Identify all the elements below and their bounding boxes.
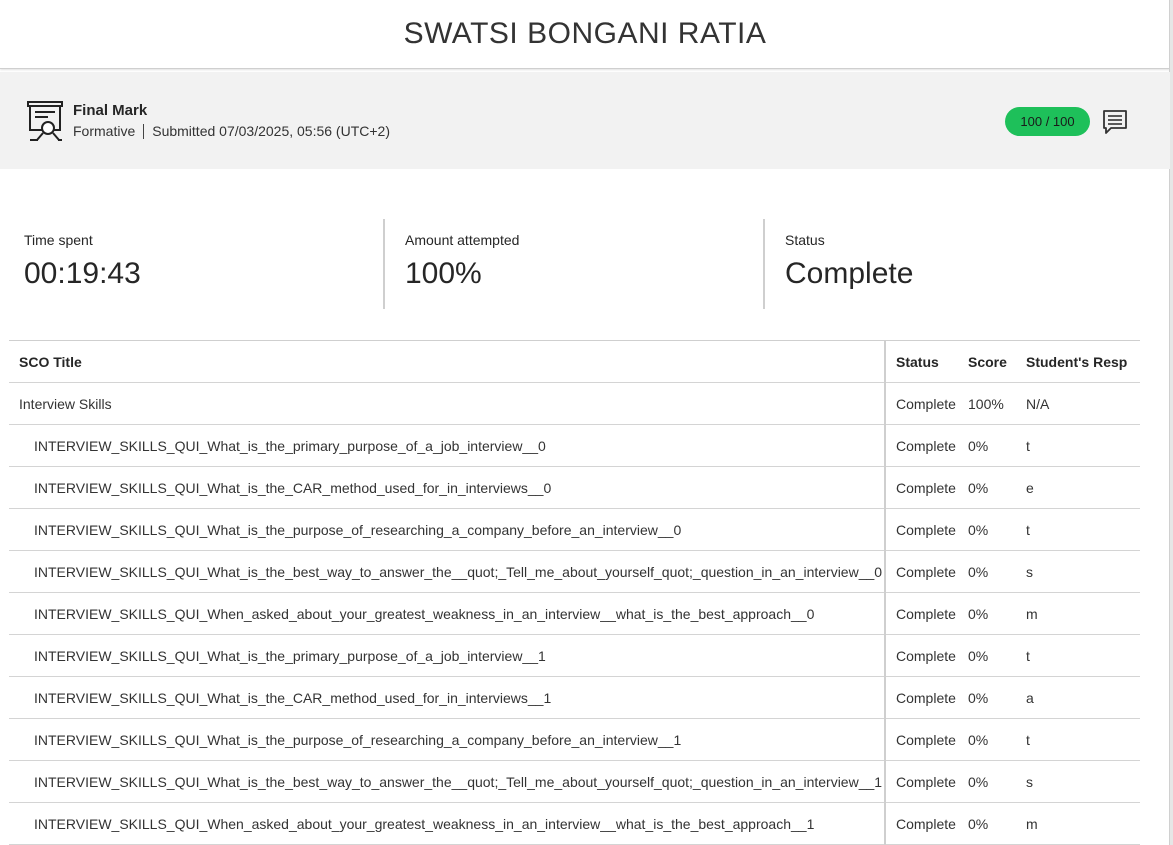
student-response-cell: e xyxy=(1026,466,1140,509)
final-mark-bar: Final Mark Formative Submitted 07/03/202… xyxy=(0,72,1170,169)
table-row: INTERVIEW_SKILLS_QUI_What_is_the_CAR_met… xyxy=(9,466,1140,509)
stat-divider xyxy=(383,219,385,309)
student-response-cell: s xyxy=(1026,550,1140,593)
score-cell: 0% xyxy=(968,466,1026,509)
sco-title-cell: INTERVIEW_SKILLS_QUI_What_is_the_purpose… xyxy=(9,508,886,551)
status-cell: Complete xyxy=(885,550,968,593)
student-response-cell: s xyxy=(1026,760,1140,803)
score-badge: 100 / 100 xyxy=(1005,107,1090,136)
table-row: INTERVIEW_SKILLS_QUI_When_asked_about_yo… xyxy=(9,802,1140,845)
table-row: INTERVIEW_SKILLS_QUI_What_is_the_CAR_met… xyxy=(9,676,1140,719)
sco-title-cell: INTERVIEW_SKILLS_QUI_What_is_the_purpose… xyxy=(9,718,886,761)
score-cell: 100% xyxy=(968,382,1026,425)
table-row: INTERVIEW_SKILLS_QUI_When_asked_about_yo… xyxy=(9,592,1140,635)
status-cell: Complete xyxy=(885,802,968,845)
sco-title-cell: INTERVIEW_SKILLS_QUI_What_is_the_best_wa… xyxy=(9,760,886,803)
page-title: SWATSI BONGANI RATIA xyxy=(403,17,767,50)
certificate-icon xyxy=(27,101,63,141)
sco-title-cell: INTERVIEW_SKILLS_QUI_When_asked_about_yo… xyxy=(9,592,886,635)
sco-title-cell: INTERVIEW_SKILLS_QUI_When_asked_about_yo… xyxy=(9,802,886,845)
sco-table-container[interactable]: SCO Title Status Score Student's Resp In… xyxy=(9,340,1140,845)
status-cell: Complete xyxy=(885,592,968,635)
status-cell: Complete xyxy=(885,760,968,803)
sco-title-cell: INTERVIEW_SKILLS_QUI_What_is_the_primary… xyxy=(9,634,886,677)
attempt-stats: Time spent 00:19:43 Amount attempted 100… xyxy=(0,219,1145,309)
sco-title-cell: INTERVIEW_SKILLS_QUI_What_is_the_best_wa… xyxy=(9,550,886,593)
sco-title-cell: INTERVIEW_SKILLS_QUI_What_is_the_CAR_met… xyxy=(9,466,886,509)
page-header: SWATSI BONGANI RATIA xyxy=(0,0,1170,69)
score-cell: 0% xyxy=(968,550,1026,593)
column-header-status[interactable]: Status xyxy=(885,340,968,383)
amount-attempted-label: Amount attempted xyxy=(405,232,520,248)
status-cell: Complete xyxy=(885,508,968,551)
status-cell: Complete xyxy=(885,424,968,467)
status-cell: Complete xyxy=(885,676,968,719)
score-cell: 0% xyxy=(968,592,1026,635)
amount-attempted-value: 100% xyxy=(405,257,482,290)
status-cell: Complete xyxy=(885,634,968,677)
time-spent-value: 00:19:43 xyxy=(24,257,141,290)
column-header-sco-title[interactable]: SCO Title xyxy=(9,340,886,383)
score-cell: 0% xyxy=(968,760,1026,803)
grade-title: Final Mark xyxy=(73,102,148,119)
student-response-cell: t xyxy=(1026,634,1140,677)
meta-divider xyxy=(143,123,145,139)
score-cell: 0% xyxy=(968,508,1026,551)
table-body: Interview Skills Complete 100% N/A INTERVIEW… xyxy=(9,382,1140,845)
feedback-comment-icon[interactable] xyxy=(1102,109,1128,135)
student-response-cell: t xyxy=(1026,424,1140,467)
score-cell: 0% xyxy=(968,676,1026,719)
table-header-row: SCO Title Status Score Student's Resp xyxy=(9,340,1140,383)
table-row: INTERVIEW_SKILLS_QUI_What_is_the_purpose… xyxy=(9,718,1140,761)
student-response-cell: t xyxy=(1026,508,1140,551)
grade-type: Formative xyxy=(73,123,136,139)
sco-title-cell: INTERVIEW_SKILLS_QUI_What_is_the_primary… xyxy=(9,424,886,467)
table-row: INTERVIEW_SKILLS_QUI_What_is_the_best_wa… xyxy=(9,760,1140,803)
time-spent-label: Time spent xyxy=(24,232,93,248)
student-response-cell: m xyxy=(1026,802,1140,845)
table-row: INTERVIEW_SKILLS_QUI_What_is_the_purpose… xyxy=(9,508,1140,551)
submitted-date: Submitted 07/03/2025, 05:56 (UTC+2) xyxy=(152,123,390,139)
score-cell: 0% xyxy=(968,802,1026,845)
status-value: Complete xyxy=(785,257,914,290)
column-header-score[interactable]: Score xyxy=(968,340,1026,383)
score-cell: 0% xyxy=(968,634,1026,677)
sco-title-cell: Interview Skills xyxy=(9,382,886,425)
table-row: Interview Skills Complete 100% N/A xyxy=(9,382,1140,425)
status-label: Status xyxy=(785,232,825,248)
student-response-cell: a xyxy=(1026,676,1140,719)
student-response-cell: N/A xyxy=(1026,382,1140,425)
sco-title-cell: INTERVIEW_SKILLS_QUI_What_is_the_CAR_met… xyxy=(9,676,886,719)
stat-divider xyxy=(763,219,765,309)
status-cell: Complete xyxy=(885,466,968,509)
table-row: INTERVIEW_SKILLS_QUI_What_is_the_primary… xyxy=(9,634,1140,677)
score-cell: 0% xyxy=(968,424,1026,467)
status-cell: Complete xyxy=(885,382,968,425)
student-response-cell: m xyxy=(1026,592,1140,635)
column-header-student-response[interactable]: Student's Resp xyxy=(1026,340,1140,383)
table-row: INTERVIEW_SKILLS_QUI_What_is_the_best_wa… xyxy=(9,550,1140,593)
student-response-cell: t xyxy=(1026,718,1140,761)
grade-meta: Formative Submitted 07/03/2025, 05:56 (U… xyxy=(73,123,390,139)
status-cell: Complete xyxy=(885,718,968,761)
score-cell: 0% xyxy=(968,718,1026,761)
sco-table: SCO Title Status Score Student's Resp In… xyxy=(9,340,1140,845)
table-row: INTERVIEW_SKILLS_QUI_What_is_the_primary… xyxy=(9,424,1140,467)
